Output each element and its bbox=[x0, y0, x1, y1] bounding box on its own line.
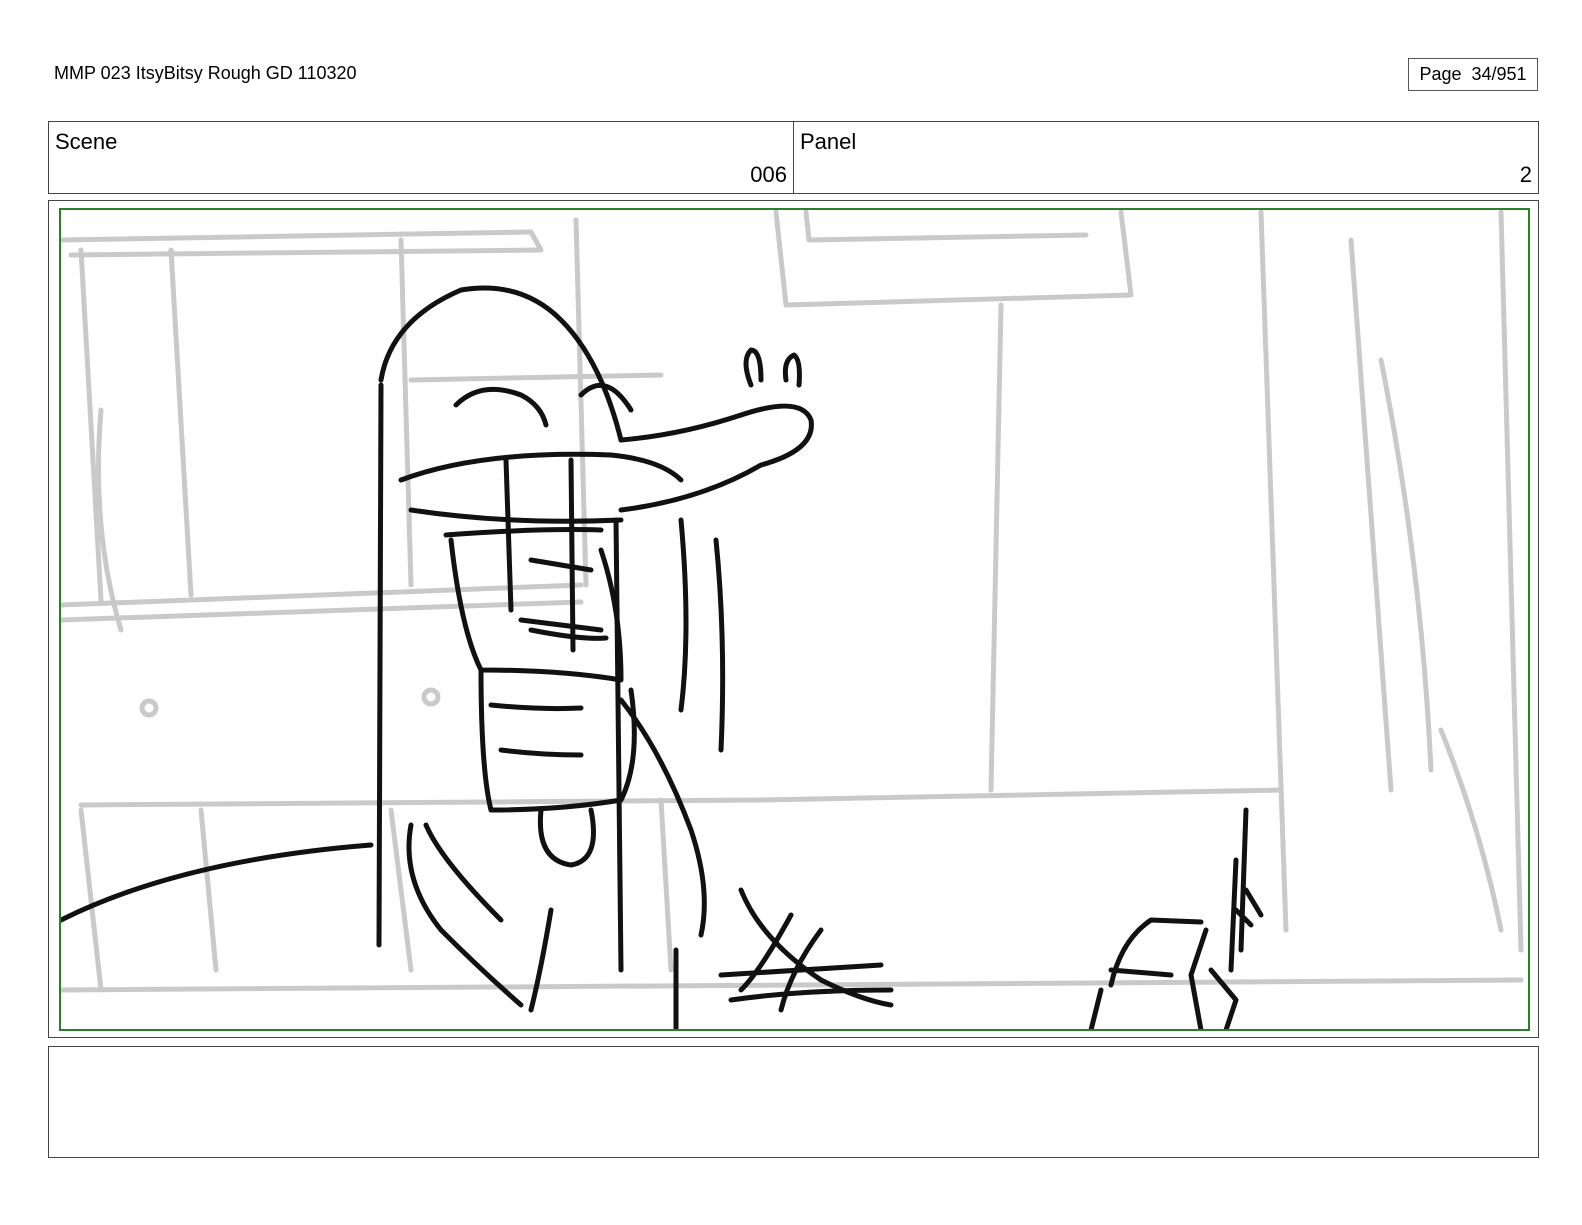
scene-number: 006 bbox=[750, 162, 787, 187]
panel-number: 2 bbox=[1519, 162, 1532, 187]
rough-sketch-image bbox=[61, 210, 1524, 1029]
scene-cell: Scene 006 bbox=[49, 122, 793, 193]
background-sketch bbox=[61, 210, 1524, 993]
scene-panel-header: Scene 006 Panel 2 bbox=[48, 121, 1539, 194]
panel-cell: Panel 2 bbox=[793, 122, 1538, 193]
document-title: MMP 023 ItsyBitsy Rough GD 110320 bbox=[54, 63, 357, 83]
page-indicator: Page 34/951 bbox=[1408, 58, 1538, 91]
character-sketch bbox=[61, 285, 1264, 1029]
page-number: 34/951 bbox=[1471, 64, 1527, 84]
panel-label: Panel bbox=[800, 129, 857, 154]
scene-label: Scene bbox=[55, 129, 118, 154]
page-label: Page bbox=[1419, 64, 1462, 84]
storyboard-drawing bbox=[59, 208, 1530, 1031]
notes-box bbox=[48, 1046, 1539, 1158]
